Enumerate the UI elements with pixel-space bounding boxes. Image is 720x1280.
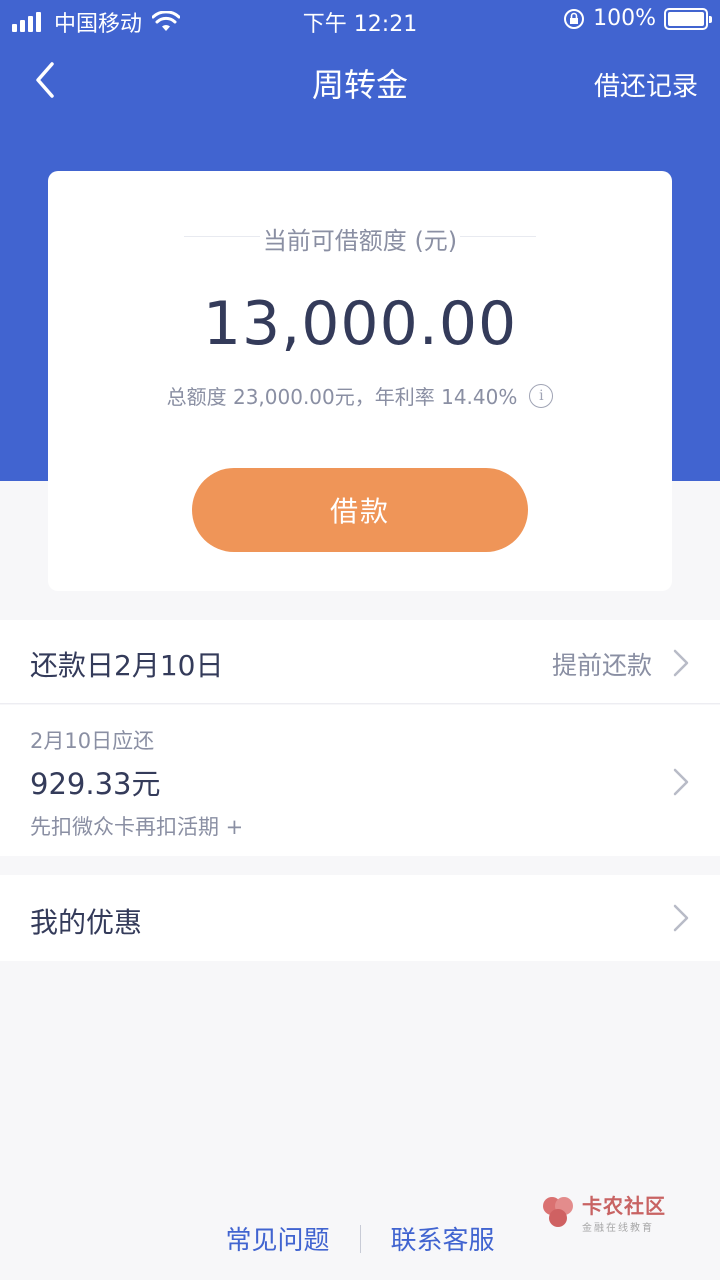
available-credit-label: 当前可借额度 (元)	[262, 227, 458, 255]
borrow-button[interactable]: 借款	[192, 468, 528, 552]
status-right: 100%	[563, 6, 712, 31]
chevron-right-icon	[673, 649, 689, 677]
faq-link[interactable]: 常见问题	[225, 1220, 329, 1257]
orientation-lock-icon	[564, 8, 585, 29]
repayment-day-row[interactable]: 还款日2月10日 提前还款	[0, 620, 720, 704]
repayment-detail-row[interactable]: 2月10日应还 929.33元 先扣微众卡再扣活期 +	[0, 705, 720, 856]
early-repayment-link[interactable]: 提前还款	[552, 646, 652, 682]
my-coupons-title: 我的优惠	[30, 906, 143, 939]
battery-percent: 100%	[593, 6, 656, 31]
deduction-order-note: 先扣微众卡再扣活期 +	[30, 815, 244, 839]
status-bar: 中国移动 下午 12:21 100%	[0, 0, 720, 40]
credit-card-panel: 当前可借额度 (元) 13,000.00 总额度 23,000.00元，年利率 …	[48, 171, 672, 591]
footer-links: 常见问题 联系客服	[0, 1220, 720, 1257]
contact-support-link[interactable]: 联系客服	[391, 1220, 495, 1257]
repayment-day-title: 还款日2月10日	[30, 649, 224, 682]
credit-summary: 总额度 23,000.00元，年利率 14.40% i	[48, 381, 672, 410]
my-coupons-row[interactable]: 我的优惠	[0, 875, 720, 961]
footer-divider	[359, 1224, 361, 1253]
info-icon[interactable]: i	[529, 383, 554, 408]
due-amount: 929.33元	[30, 767, 161, 801]
chevron-right-icon	[673, 904, 689, 932]
due-date-label: 2月10日应还	[30, 729, 155, 753]
borrow-repay-history-link[interactable]: 借还记录	[594, 66, 698, 103]
credit-summary-text: 总额度 23,000.00元，年利率 14.40%	[166, 385, 518, 409]
chevron-right-icon	[673, 768, 689, 796]
available-credit-amount: 13,000.00	[202, 289, 518, 359]
nav-bar: 周转金 借还记录	[0, 40, 720, 122]
battery-icon	[664, 7, 712, 30]
watermark-title: 卡农社区	[582, 1194, 666, 1218]
